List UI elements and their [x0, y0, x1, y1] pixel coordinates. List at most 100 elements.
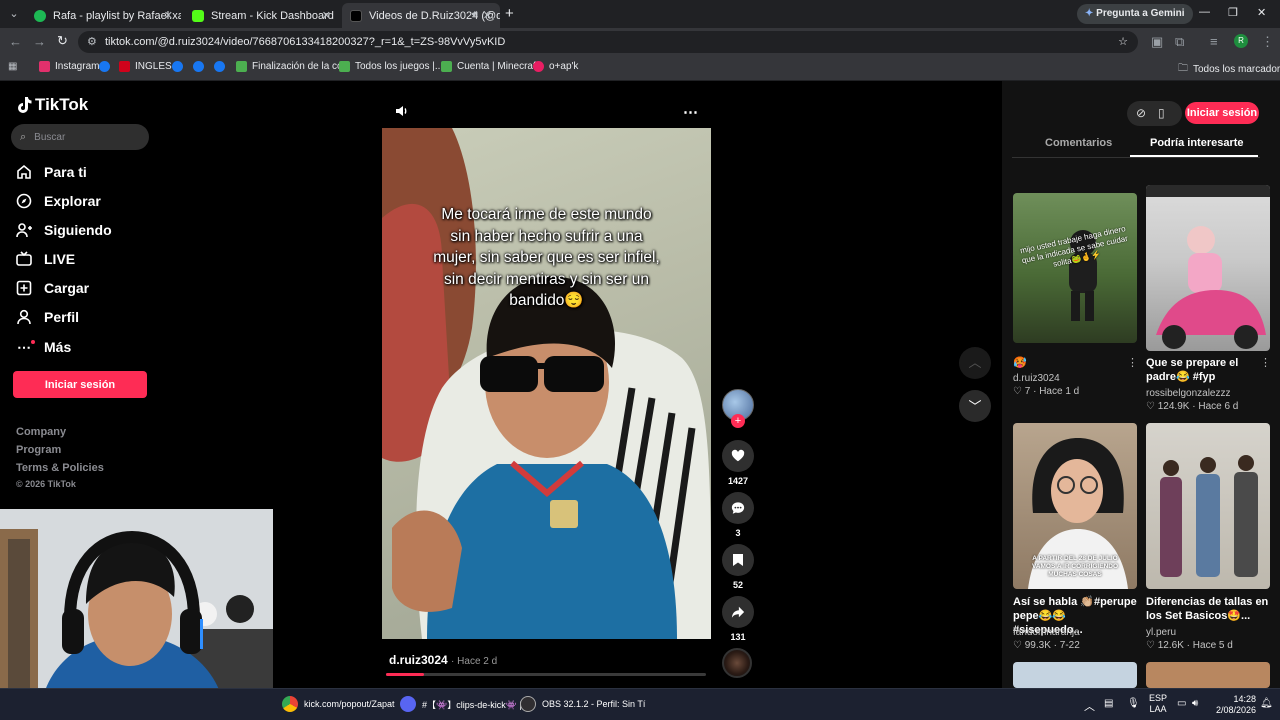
comment-button[interactable] [722, 492, 754, 524]
back-icon[interactable]: ← [9, 34, 22, 49]
folder-icon: 🗀 [1178, 63, 1188, 74]
all-bookmarks-button[interactable]: 🗀Todos los marcadores [1178, 61, 1280, 78]
card-title[interactable]: 🥵 [1013, 356, 1137, 370]
browser-toolbar: ← → ↻ ⚙︎ tiktok.com/@d.ruiz3024/video/76… [0, 28, 1280, 56]
bookmark-item[interactable] [214, 61, 225, 72]
gemini-button[interactable]: ✦ Pregunta a Gemini [1077, 4, 1193, 24]
share-button[interactable] [722, 596, 754, 628]
extension-icon[interactable]: ▣ [1151, 34, 1163, 50]
nav-siguiendo[interactable]: Siguiendo [16, 222, 112, 238]
card-title[interactable]: Que se prepare el padre😂 #fyp [1146, 356, 1270, 384]
like-button[interactable] [722, 440, 754, 472]
next-video-button[interactable]: ﹀ [959, 390, 991, 422]
video-author[interactable]: d.ruiz3024 · Hace 2 d [389, 653, 497, 667]
tab-kick[interactable]: Stream - Kick Dashboard ✕ [184, 3, 339, 28]
tray-app-icon[interactable]: ▤ [1104, 698, 1113, 709]
language-indicator[interactable]: ESP LAA [1149, 693, 1167, 715]
tab-podria-interesarte[interactable]: Podría interesarte [1150, 137, 1244, 149]
microphone-icon[interactable]: 🎙︎ [1127, 698, 1140, 709]
volume-icon[interactable]: 🔊︎ [1192, 698, 1198, 709]
bookmark-item[interactable]: INGLES [119, 61, 172, 72]
close-window-button[interactable]: ✕ [1257, 6, 1266, 19]
media-icon[interactable]: ≡ [1210, 34, 1218, 49]
coin-icon[interactable]: ⊘ [1136, 106, 1146, 120]
footer-terms[interactable]: Terms & Policies [16, 462, 104, 474]
profile-avatar[interactable]: R [1234, 34, 1248, 48]
gemini-icon: ✦ [1085, 8, 1094, 19]
follow-button[interactable]: + [731, 414, 745, 428]
bookmark-item[interactable]: o+ap'k [533, 61, 578, 72]
login-button-top[interactable]: Iniciar sesión [1185, 102, 1259, 124]
clock[interactable]: 14:28 2/08/2026 [1216, 694, 1256, 716]
device-icon[interactable]: ▯ [1158, 106, 1165, 120]
bookmark-item[interactable] [193, 61, 204, 72]
new-tab-button[interactable]: + [505, 5, 514, 22]
tiktok-logo[interactable]: TikTok [16, 95, 88, 115]
taskbar-discord[interactable]: #【👾】clips-de-kick👾 | [400, 696, 522, 712]
network-icon[interactable]: ▭ [1177, 698, 1186, 709]
video-more-button[interactable]: ⋯ [683, 103, 698, 121]
address-bar[interactable]: ⚙︎ tiktok.com/@d.ruiz3024/video/76687061… [78, 31, 1138, 53]
youtube-icon [119, 61, 130, 72]
tab-spotify[interactable]: Rafa - playlist by Rafael.xared | ✕ [26, 3, 181, 28]
facebook-icon [193, 61, 204, 72]
site-info-icon[interactable]: ⚙︎ [87, 31, 97, 53]
more-icon[interactable]: ⋮ [1127, 356, 1138, 369]
close-icon[interactable]: ✕ [322, 9, 331, 22]
card-author[interactable]: rossibelgonzalezzz [1146, 388, 1231, 399]
apps-icon[interactable]: ▦ [8, 61, 17, 72]
video-player[interactable]: Me tocará irme de este mundo sin haber h… [382, 128, 711, 639]
more-icon[interactable]: ⋮ [1260, 356, 1271, 369]
taskbar-chrome[interactable]: kick.com/popout/Zapat [282, 696, 395, 712]
card-author[interactable]: yl.peru [1146, 627, 1176, 638]
music-disc[interactable] [722, 648, 752, 678]
bookmark-item[interactable] [172, 61, 183, 72]
nav-para-ti[interactable]: Para ti [16, 164, 87, 180]
nav-live[interactable]: LIVE [16, 251, 75, 267]
recommended-video[interactable] [1146, 662, 1270, 688]
recommended-video[interactable] [1146, 423, 1270, 589]
speaker-icon[interactable]: 🔊︎ [472, 9, 478, 20]
tab-tiktok[interactable]: Videos de D.Ruiz3024 (@d 🔊︎ ✕ [342, 3, 500, 28]
prev-video-button[interactable]: ︿ [959, 347, 991, 379]
tab-search-icon[interactable]: ⌄ [6, 6, 22, 22]
footer-program[interactable]: Program [16, 444, 61, 456]
bookmark-item[interactable]: Todos los juegos |... [339, 61, 443, 72]
recommended-video[interactable] [1013, 662, 1137, 688]
bookmark-star-icon[interactable]: ☆ [1118, 31, 1128, 53]
bookmark-item[interactable]: Finalización de la co... [236, 61, 351, 72]
search-input[interactable]: ⌕ Buscar [11, 124, 149, 150]
nav-cargar[interactable]: Cargar [16, 280, 89, 296]
reload-icon[interactable]: ↻ [57, 33, 68, 49]
nav-perfil[interactable]: Perfil [16, 309, 79, 325]
puzzle-icon[interactable]: ⧉ [1175, 34, 1184, 50]
taskbar-obs[interactable]: OBS 32.1.2 - Perfil: Sin Tí [520, 696, 645, 712]
recommended-video[interactable]: A PARTIR DEL 28 DE JULIO VAMOS A IR CORR… [1013, 423, 1137, 589]
video-progress-track[interactable] [386, 673, 706, 676]
nav-explorar[interactable]: Explorar [16, 193, 101, 209]
close-icon[interactable]: ✕ [164, 9, 173, 22]
save-button[interactable] [722, 544, 754, 576]
card-author[interactable]: fandomnaranja [1013, 627, 1080, 638]
kick-icon [192, 9, 204, 22]
mute-button[interactable] [395, 104, 409, 121]
recommended-video[interactable]: mijo usted trabaje haga dinero que la in… [1013, 193, 1137, 343]
card-title[interactable]: Diferencias de tallas en los Set Basicos… [1146, 595, 1270, 623]
bookmark-item[interactable]: Instagram [39, 61, 99, 72]
tray-expand-icon[interactable]: ︿ [1084, 698, 1095, 714]
bookmark-item[interactable]: Cuenta | Minecraft [441, 61, 539, 72]
minimize-button[interactable]: — [1199, 6, 1210, 18]
card-author[interactable]: d.ruiz3024 [1013, 373, 1060, 384]
login-button[interactable]: Iniciar sesión [13, 371, 147, 398]
bookmark-item[interactable] [99, 61, 110, 72]
close-icon[interactable]: ✕ [483, 9, 492, 22]
notification-icon[interactable]: 🔔︎ [1260, 698, 1273, 709]
tab-comentarios[interactable]: Comentarios [1045, 137, 1112, 149]
share-icon [731, 606, 745, 618]
forward-icon[interactable]: → [33, 34, 46, 49]
footer-company[interactable]: Company [16, 426, 66, 438]
recommended-video[interactable] [1146, 185, 1270, 351]
nav-mas[interactable]: ⋯ Más [16, 339, 71, 356]
restore-button[interactable]: ❐ [1228, 6, 1238, 19]
menu-icon[interactable]: ⋮ [1261, 34, 1274, 50]
